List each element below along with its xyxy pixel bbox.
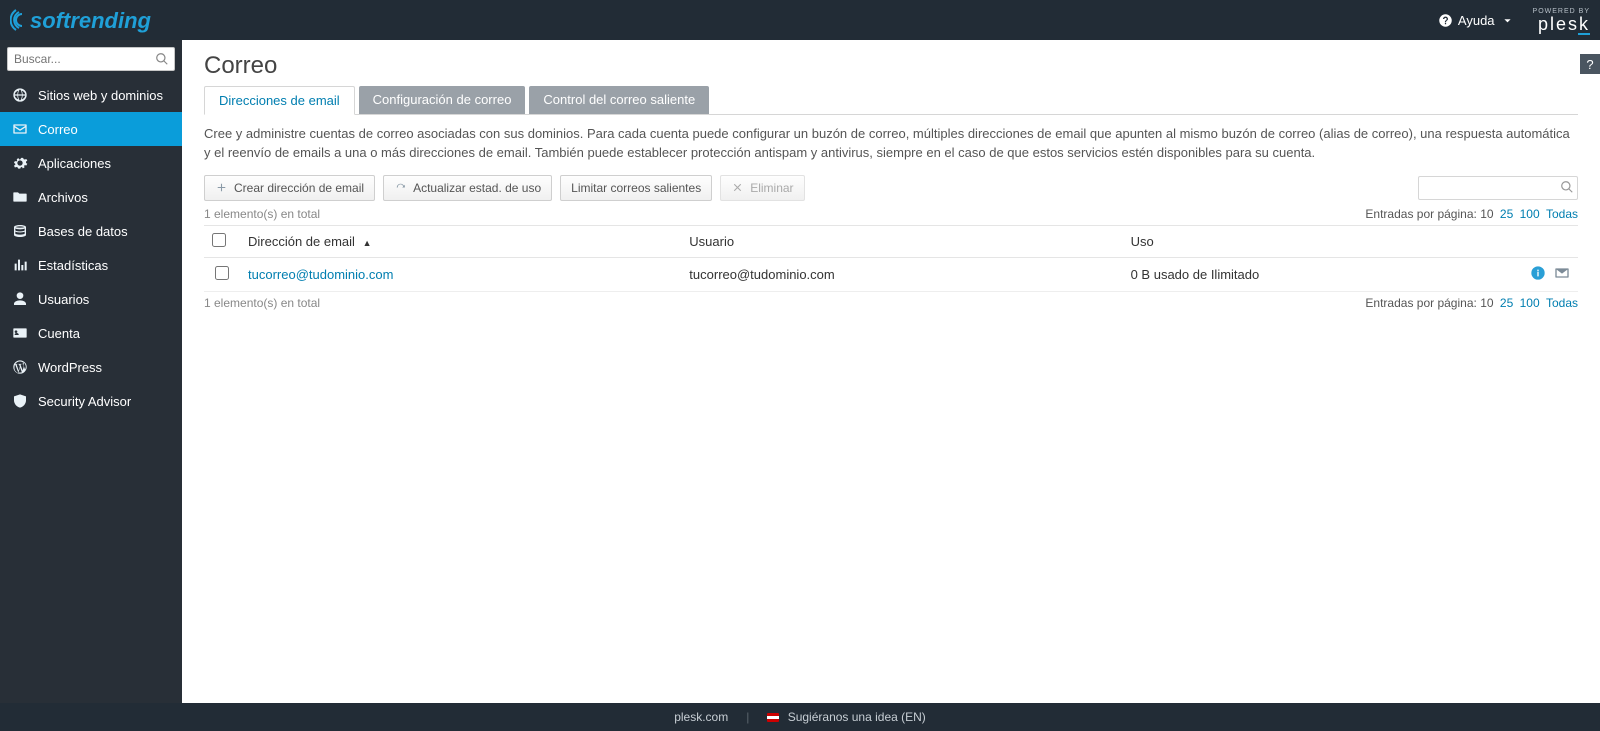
tab-configuraci-n-de-correo[interactable]: Configuración de correo (359, 86, 526, 114)
webmail-icon[interactable] (1554, 265, 1570, 281)
list-search-input[interactable] (1418, 176, 1578, 200)
col-usage-header[interactable]: Uso (1123, 225, 1518, 257)
limit-outgoing-button[interactable]: Limitar correos salientes (560, 175, 712, 201)
sidebar-item-wordpress[interactable]: WordPress (0, 350, 182, 384)
database-icon (12, 223, 28, 239)
sidebar-item-label: Cuenta (38, 326, 80, 341)
sidebar-item-label: Archivos (38, 190, 88, 205)
page-title: Correo (204, 52, 1578, 80)
tabs: Direcciones de emailConfiguración de cor… (204, 86, 1578, 115)
email-link[interactable]: tucorreo@tudominio.com (248, 267, 393, 282)
footer: plesk.com | Sugiéranos una idea (EN) (0, 703, 1600, 731)
mail-icon (12, 121, 28, 137)
user-icon (12, 291, 28, 307)
info-icon[interactable] (1530, 265, 1546, 281)
refresh-icon (394, 181, 407, 194)
col-user-header[interactable]: Usuario (681, 225, 1122, 257)
total-count-top: 1 elemento(s) en total (204, 207, 320, 221)
sidebar-item-label: Security Advisor (38, 394, 131, 409)
list-search (1418, 176, 1578, 200)
help-menu[interactable]: Ayuda (1438, 13, 1515, 28)
tab-direcciones-de-email[interactable]: Direcciones de email (204, 86, 355, 115)
sidebar-item-label: Usuarios (38, 292, 89, 307)
paging-option[interactable]: Todas (1546, 207, 1578, 221)
globe-icon (12, 87, 28, 103)
create-email-button[interactable]: Crear dirección de email (204, 175, 375, 201)
sidebar-item-correo[interactable]: Correo (0, 112, 182, 146)
paging-bottom: Entradas por página: 10 25 100 Todas (1365, 296, 1578, 310)
card-icon (12, 325, 28, 341)
search-icon[interactable] (153, 50, 171, 68)
row-checkbox[interactable] (215, 266, 229, 280)
email-table: Dirección de email ▲ Usuario Uso tucorre… (204, 225, 1578, 292)
help-label: Ayuda (1458, 13, 1495, 28)
sidebar-item-cuenta[interactable]: Cuenta (0, 316, 182, 350)
question-icon (1438, 13, 1453, 28)
sort-asc-icon: ▲ (363, 238, 372, 248)
paging-option-current: 10 (1480, 296, 1493, 310)
page-description: Cree y administre cuentas de correo asoc… (204, 125, 1578, 163)
shield-icon (12, 393, 28, 409)
sidebar-item-security-advisor[interactable]: Security Advisor (0, 384, 182, 418)
brand-logo[interactable]: softrending (0, 4, 180, 36)
sidebar-search (7, 47, 175, 71)
powered-by-plesk[interactable]: POWERED BY plesk (1533, 8, 1590, 33)
sidebar-item-label: Bases de datos (38, 224, 128, 239)
sidebar-item-label: Aplicaciones (38, 156, 111, 171)
sidebar-item-bases-de-datos[interactable]: Bases de datos (0, 214, 182, 248)
chevron-down-icon (1500, 13, 1515, 28)
context-help-button[interactable]: ? (1580, 54, 1600, 74)
folder-icon (12, 189, 28, 205)
total-count-bottom: 1 elemento(s) en total (204, 296, 320, 310)
delete-button[interactable]: Eliminar (720, 175, 804, 201)
content-area: ? Correo Direcciones de emailConfiguraci… (182, 40, 1600, 703)
sidebar-item-usuarios[interactable]: Usuarios (0, 282, 182, 316)
paging-option[interactable]: Todas (1546, 296, 1578, 310)
plus-icon (215, 181, 228, 194)
sidebar-item-aplicaciones[interactable]: Aplicaciones (0, 146, 182, 180)
wordpress-icon (12, 359, 28, 375)
select-all-checkbox[interactable] (212, 233, 226, 247)
footer-plesk-link[interactable]: plesk.com (674, 710, 728, 724)
paging-top: Entradas por página: 10 25 100 Todas (1365, 207, 1578, 221)
col-email-header[interactable]: Dirección de email ▲ (240, 225, 681, 257)
paging-option[interactable]: 25 (1500, 207, 1513, 221)
sidebar-item-label: WordPress (38, 360, 102, 375)
refresh-usage-button[interactable]: Actualizar estad. de uso (383, 175, 552, 201)
search-icon[interactable] (1560, 180, 1574, 197)
sidebar-item-archivos[interactable]: Archivos (0, 180, 182, 214)
paging-option[interactable]: 100 (1520, 207, 1540, 221)
toolbar: Crear dirección de email Actualizar esta… (204, 175, 805, 201)
search-input[interactable] (7, 47, 175, 71)
paging-option[interactable]: 25 (1500, 296, 1513, 310)
table-row: tucorreo@tudominio.com tucorreo@tudomini… (204, 257, 1578, 291)
sidebar: Sitios web y dominios Correo Aplicacione… (0, 40, 182, 703)
sidebar-item-estad-sticas[interactable]: Estadísticas (0, 248, 182, 282)
x-icon (731, 181, 744, 194)
flag-icon (767, 713, 779, 722)
tab-control-del-correo-saliente[interactable]: Control del correo saliente (529, 86, 709, 114)
paging-option[interactable]: 100 (1520, 296, 1540, 310)
sidebar-item-label: Correo (38, 122, 78, 137)
sidebar-item-label: Sitios web y dominios (38, 88, 163, 103)
sidebar-item-label: Estadísticas (38, 258, 108, 273)
brand-text: softrending (30, 8, 152, 33)
stats-icon (12, 257, 28, 273)
usage-cell: 0 B usado de Ilimitado (1123, 257, 1518, 291)
user-cell: tucorreo@tudominio.com (681, 257, 1122, 291)
sidebar-item-sitios-web-y-dominios[interactable]: Sitios web y dominios (0, 78, 182, 112)
footer-suggest-link[interactable]: Sugiéranos una idea (EN) (767, 710, 925, 724)
gear-icon (12, 155, 28, 171)
paging-option-current: 10 (1480, 207, 1493, 221)
topbar: softrending Ayuda POWERED BY plesk (0, 0, 1600, 40)
